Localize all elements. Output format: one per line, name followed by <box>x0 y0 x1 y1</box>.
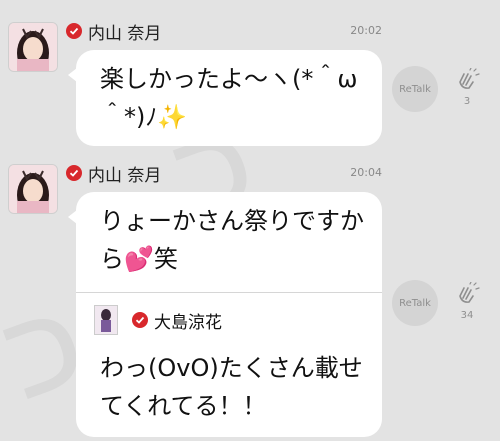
avatar[interactable] <box>8 22 58 72</box>
retalk-button[interactable]: ReTalk <box>392 66 438 112</box>
author-row: 内山 奈月 <box>66 19 161 44</box>
clap-icon <box>459 281 480 303</box>
clap-count: 3 <box>463 96 471 107</box>
avatar[interactable] <box>8 164 58 214</box>
author-row: 内山 奈月 <box>66 161 161 186</box>
retalk-button[interactable]: ReTalk <box>392 280 438 326</box>
verified-check-icon <box>132 312 148 328</box>
message-text: 楽しかったよ〜ヽ(*＾ω＾*)ﾉ✨ <box>100 65 358 131</box>
verified-check-icon <box>66 165 82 181</box>
verified-check-icon <box>66 23 82 39</box>
quoted-post[interactable]: 大島涼花 わっ(OvO)たくさん載せてくれてる！！ <box>76 292 382 437</box>
timestamp: 20:04 <box>350 166 382 179</box>
quoted-author-name[interactable]: 大島涼花 <box>154 308 222 333</box>
timestamp: 20:02 <box>350 24 382 37</box>
author-name[interactable]: 内山 奈月 <box>88 161 161 186</box>
message-text: りょーかさん祭りですから💕笑 <box>100 207 364 273</box>
clap-button[interactable]: 3 <box>452 67 482 107</box>
author-name[interactable]: 内山 奈月 <box>88 19 161 44</box>
clap-icon <box>459 67 480 89</box>
quoted-avatar[interactable] <box>94 305 118 335</box>
clap-count: 34 <box>460 310 474 321</box>
message-bubble[interactable]: 楽しかったよ〜ヽ(*＾ω＾*)ﾉ✨ <box>68 50 382 146</box>
quoted-text: わっ(OvO)たくさん載せてくれてる！！ <box>100 354 363 420</box>
message-bubble[interactable]: りょーかさん祭りですから💕笑 大島涼花 わっ(OvO)たくさん載せてくれてる！！ <box>68 192 382 437</box>
quoted-author-row: 大島涼花 <box>76 293 382 335</box>
clap-button[interactable]: 34 <box>452 281 482 321</box>
